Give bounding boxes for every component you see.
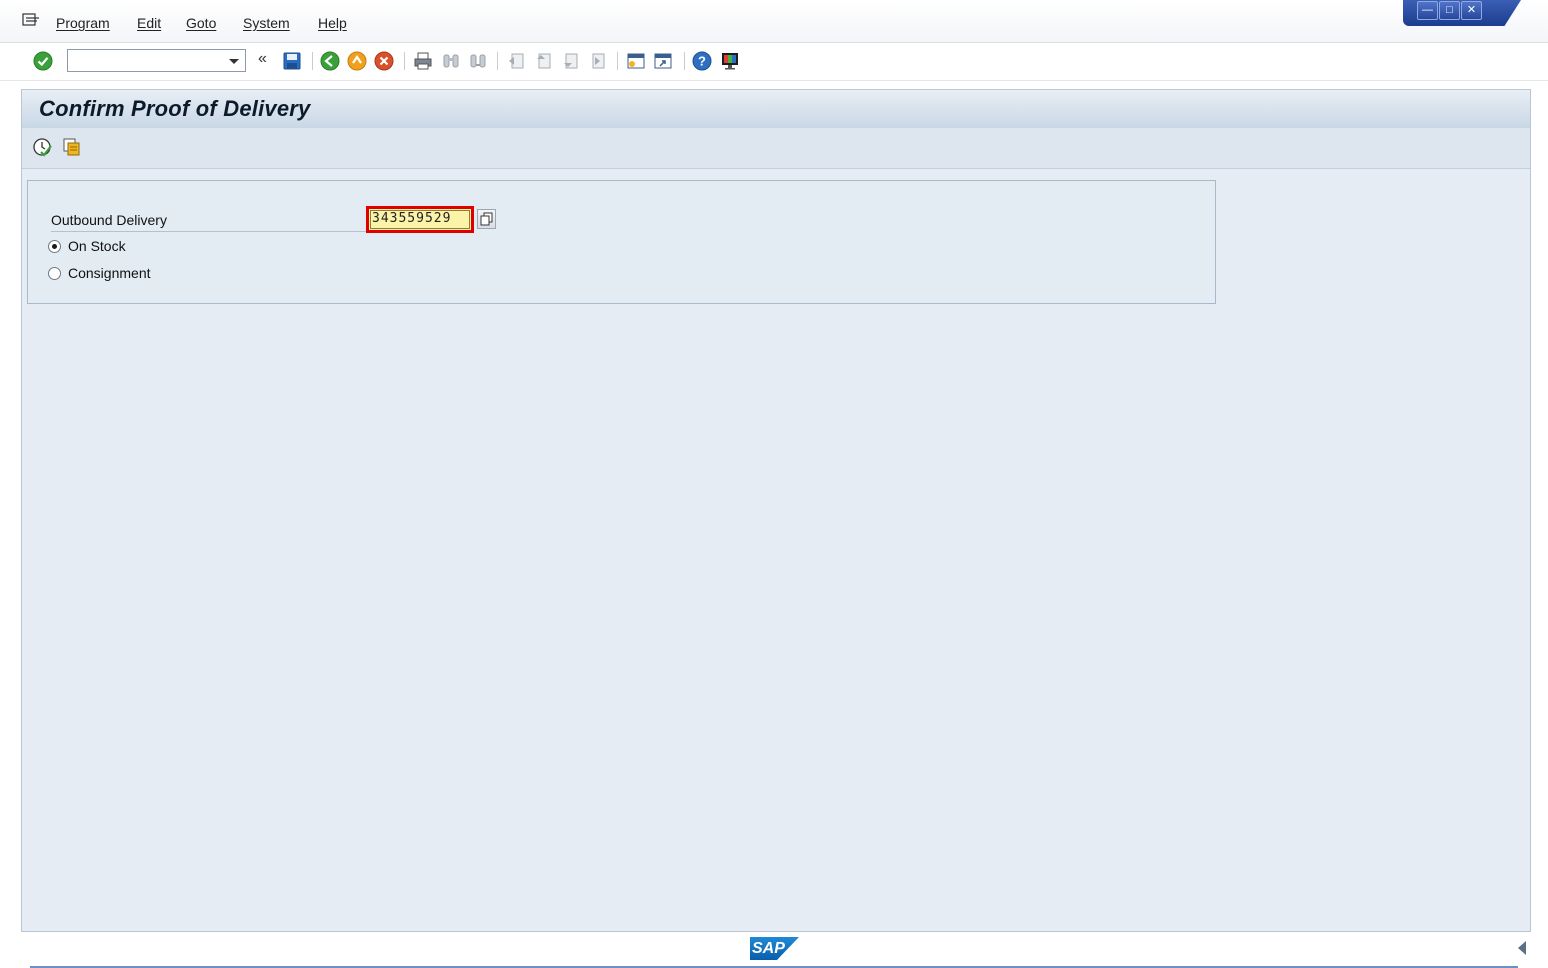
shortcut-icon[interactable] xyxy=(653,51,673,71)
outbound-delivery-input[interactable]: 343559529 xyxy=(366,206,474,233)
menu-help[interactable]: Help xyxy=(318,15,347,31)
collapse-arrows-icon[interactable]: « xyxy=(258,50,267,68)
print-icon[interactable] xyxy=(413,51,433,71)
status-footer: SAP xyxy=(0,933,1548,968)
find-next-icon[interactable] xyxy=(468,51,488,71)
copy-documents-icon[interactable] xyxy=(62,137,82,157)
selection-panel: Outbound Delivery 343559529 On Stock Con… xyxy=(27,180,1216,304)
copy-icon xyxy=(480,212,493,226)
svg-text:?: ? xyxy=(698,54,706,69)
find-icon[interactable] xyxy=(441,51,461,71)
value-help-button[interactable] xyxy=(477,209,496,229)
toolbar-separator xyxy=(497,52,498,70)
new-session-icon[interactable] xyxy=(626,51,646,71)
toolbar-separator xyxy=(684,52,685,70)
next-page-icon[interactable] xyxy=(560,51,580,71)
toolbar-separator xyxy=(312,52,313,70)
menu-program[interactable]: Program xyxy=(56,15,110,31)
menu-list-icon[interactable] xyxy=(22,13,40,27)
cancel-icon[interactable] xyxy=(374,51,394,71)
status-expand-icon[interactable] xyxy=(1518,941,1526,955)
menu-system[interactable]: System xyxy=(243,15,290,31)
previous-page-icon[interactable] xyxy=(533,51,553,71)
radio-button[interactable] xyxy=(48,267,61,280)
radio-consignment-label: Consignment xyxy=(68,265,151,281)
save-icon[interactable] xyxy=(282,51,302,71)
toolbar-separator xyxy=(404,52,405,70)
window-controls: — □ ✕ xyxy=(1403,0,1521,26)
radio-button-selected[interactable] xyxy=(48,240,61,253)
menu-bar: Program Edit Goto System Help — □ ✕ xyxy=(0,0,1548,43)
toolbar-separator xyxy=(617,52,618,70)
layout-menu-icon[interactable] xyxy=(720,51,740,71)
command-field[interactable] xyxy=(67,49,246,72)
exit-icon[interactable] xyxy=(347,51,367,71)
main-frame: Confirm Proof of Delivery Outbound Deliv… xyxy=(21,89,1531,932)
radio-on-stock-label: On Stock xyxy=(68,238,126,254)
page-title: Confirm Proof of Delivery xyxy=(39,96,311,121)
back-icon[interactable] xyxy=(320,51,340,71)
minimize-icon[interactable]: — xyxy=(1417,1,1438,20)
menu-edit[interactable]: Edit xyxy=(137,15,161,31)
last-page-icon[interactable] xyxy=(587,51,607,71)
title-bar: Confirm Proof of Delivery xyxy=(22,90,1530,129)
chevron-down-icon[interactable] xyxy=(229,59,239,64)
help-icon[interactable]: ? xyxy=(692,51,712,71)
menu-goto[interactable]: Goto xyxy=(186,15,216,31)
sap-logo: SAP xyxy=(750,937,799,960)
close-icon[interactable]: ✕ xyxy=(1461,1,1482,20)
application-toolbar xyxy=(22,128,1530,169)
first-page-icon[interactable] xyxy=(506,51,526,71)
maximize-icon[interactable]: □ xyxy=(1439,1,1460,20)
enter-icon[interactable] xyxy=(33,51,53,71)
outbound-delivery-label: Outbound Delivery xyxy=(51,212,371,232)
standard-toolbar: « ? xyxy=(0,43,1548,81)
execute-check-icon[interactable] xyxy=(33,137,53,157)
